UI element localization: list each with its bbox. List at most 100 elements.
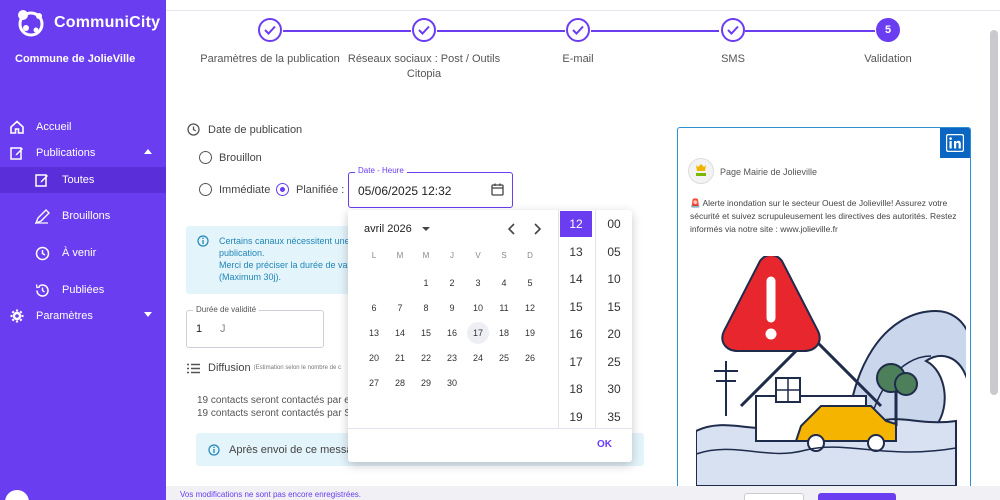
app-logo[interactable]: CommuniCity bbox=[14, 6, 160, 40]
app-name: CommuniCity bbox=[54, 14, 161, 31]
step-label: SMS bbox=[721, 53, 745, 65]
minute-option[interactable]: 35 bbox=[598, 404, 630, 430]
minute-option[interactable]: 05 bbox=[598, 239, 630, 265]
calendar-day[interactable]: 3 bbox=[465, 272, 491, 294]
calendar-day[interactable]: 19 bbox=[517, 322, 543, 344]
pen-icon bbox=[34, 208, 50, 224]
minute-option[interactable]: 20 bbox=[598, 321, 630, 347]
calendar-day[interactable]: 20 bbox=[361, 347, 387, 369]
sidebar-item-publications[interactable]: Publications bbox=[0, 140, 166, 166]
hour-option[interactable]: 12 bbox=[560, 211, 592, 237]
sidebar-item-accueil[interactable]: Accueil bbox=[0, 114, 166, 140]
hour-option[interactable]: 17 bbox=[560, 349, 592, 375]
chevron-down-icon bbox=[144, 312, 152, 317]
flood-alert-illustration bbox=[696, 256, 966, 486]
calendar-day[interactable]: 18 bbox=[491, 322, 517, 344]
calendar-day[interactable]: 11 bbox=[491, 297, 517, 319]
commune-name: Commune de JolieVille bbox=[15, 53, 136, 65]
weekday-label: L bbox=[371, 251, 377, 260]
calendar-day[interactable]: 24 bbox=[465, 347, 491, 369]
home-icon bbox=[9, 119, 25, 135]
calendar-day[interactable]: 17 bbox=[467, 322, 489, 344]
calendar-day[interactable]: 21 bbox=[387, 347, 413, 369]
duration-legend: Durée de validité bbox=[193, 305, 260, 314]
sidebar-item-parametres[interactable]: Paramètres bbox=[0, 303, 166, 329]
radio-brouillon[interactable]: Brouillon bbox=[199, 151, 262, 164]
hour-option[interactable]: 15 bbox=[560, 294, 592, 320]
linkedin-icon bbox=[940, 128, 970, 158]
sidebar-item-a-venir[interactable]: À venir bbox=[0, 240, 166, 266]
chevron-right-icon[interactable] bbox=[530, 222, 544, 236]
date-publication-label: Date de publication bbox=[187, 123, 302, 136]
sidebar-item-publiees[interactable]: Publiées bbox=[0, 277, 166, 303]
calendar-day[interactable]: 25 bbox=[491, 347, 517, 369]
calendar-day[interactable]: 27 bbox=[361, 372, 387, 394]
minute-option[interactable]: 00 bbox=[598, 211, 630, 237]
weekday-label: J bbox=[450, 251, 454, 260]
calendar-day[interactable]: 1 bbox=[413, 272, 439, 294]
calendar-day[interactable]: 10 bbox=[465, 297, 491, 319]
minute-option[interactable]: 10 bbox=[598, 266, 630, 292]
date-time-picker: avril 2026 LMMJVSD 1 2 3 4 5 6 7 8 9 10 11 12 13 14 15… bbox=[348, 210, 632, 462]
hour-option[interactable]: 13 bbox=[560, 239, 592, 265]
calendar-day[interactable]: 23 bbox=[439, 347, 465, 369]
minute-option[interactable]: 30 bbox=[598, 376, 630, 402]
hour-option[interactable]: 16 bbox=[560, 321, 592, 347]
sidebar-item-toutes[interactable]: Toutes bbox=[0, 167, 166, 193]
calendar-day[interactable]: 7 bbox=[387, 297, 413, 319]
hour-option[interactable]: 19 bbox=[560, 404, 592, 430]
minute-option[interactable]: 15 bbox=[598, 294, 630, 320]
info-icon bbox=[197, 234, 209, 252]
calendar-day[interactable]: 30 bbox=[439, 372, 465, 394]
calendar-icon[interactable] bbox=[491, 183, 504, 201]
weekday-label: M bbox=[422, 251, 430, 260]
radio-planifiee[interactable]: Planifiée : bbox=[276, 183, 344, 196]
calendar-day[interactable]: 29 bbox=[413, 372, 439, 394]
step-sms[interactable]: SMS bbox=[653, 18, 813, 67]
check-icon bbox=[258, 18, 282, 42]
month-selector[interactable]: avril 2026 bbox=[364, 223, 430, 235]
datetime-input[interactable]: Date - Heure 05/06/2025 12:32 bbox=[348, 166, 513, 208]
calendar-day[interactable]: 9 bbox=[439, 297, 465, 319]
page-name: Page Mairie de Jolieville bbox=[720, 167, 818, 177]
calendar-day[interactable]: 8 bbox=[413, 297, 439, 319]
section-label-text: Date de publication bbox=[208, 123, 303, 136]
secondary-button[interactable] bbox=[744, 493, 804, 500]
datetime-value: 05/06/2025 12:32 bbox=[358, 184, 452, 198]
sidebar-item-brouillons[interactable]: Brouillons bbox=[0, 203, 166, 229]
calendar-day[interactable]: 28 bbox=[387, 372, 413, 394]
calendar-day[interactable]: 12 bbox=[517, 297, 543, 319]
calendar-day[interactable]: 16 bbox=[439, 322, 465, 344]
step-parametres[interactable]: Paramètres de la publication bbox=[190, 18, 350, 67]
calendar-day[interactable]: 2 bbox=[439, 272, 465, 294]
calendar-day[interactable]: 14 bbox=[387, 322, 413, 344]
avatar[interactable] bbox=[5, 490, 29, 500]
step-email[interactable]: E-mail bbox=[498, 18, 658, 67]
calendar-day[interactable]: 6 bbox=[361, 297, 387, 319]
step-label: E-mail bbox=[562, 53, 594, 65]
calendar-day[interactable]: 15 bbox=[413, 322, 439, 344]
radio-immediate[interactable]: Immédiate bbox=[199, 183, 270, 196]
chevron-left-icon[interactable] bbox=[505, 222, 519, 236]
ok-button[interactable]: OK bbox=[597, 439, 612, 450]
calendar-day[interactable]: 4 bbox=[491, 272, 517, 294]
calendar-day[interactable]: 5 bbox=[517, 272, 543, 294]
primary-button[interactable] bbox=[818, 493, 896, 500]
edit-icon bbox=[9, 145, 25, 161]
duration-input[interactable]: Durée de validité 1 J bbox=[186, 305, 324, 348]
after-send-text: Après envoi de ce messag bbox=[229, 444, 359, 456]
page-scrollbar[interactable] bbox=[990, 30, 998, 395]
hour-option[interactable]: 14 bbox=[560, 266, 592, 292]
month-label: avril 2026 bbox=[364, 223, 412, 235]
weekday-label: V bbox=[475, 251, 481, 260]
calendar-day[interactable]: 26 bbox=[517, 347, 543, 369]
step-validation[interactable]: 5 Validation bbox=[808, 18, 968, 67]
radio-label: Brouillon bbox=[219, 151, 262, 164]
calendar-day[interactable]: 22 bbox=[413, 347, 439, 369]
calendar-day[interactable]: 13 bbox=[361, 322, 387, 344]
minute-option[interactable]: 25 bbox=[598, 349, 630, 375]
hour-option[interactable]: 18 bbox=[560, 376, 592, 402]
clock-icon bbox=[34, 245, 50, 261]
weekday-label: D bbox=[527, 251, 533, 260]
step-reseaux-sociaux[interactable]: Réseaux sociaux : Post / Outils Citopia bbox=[344, 18, 504, 82]
